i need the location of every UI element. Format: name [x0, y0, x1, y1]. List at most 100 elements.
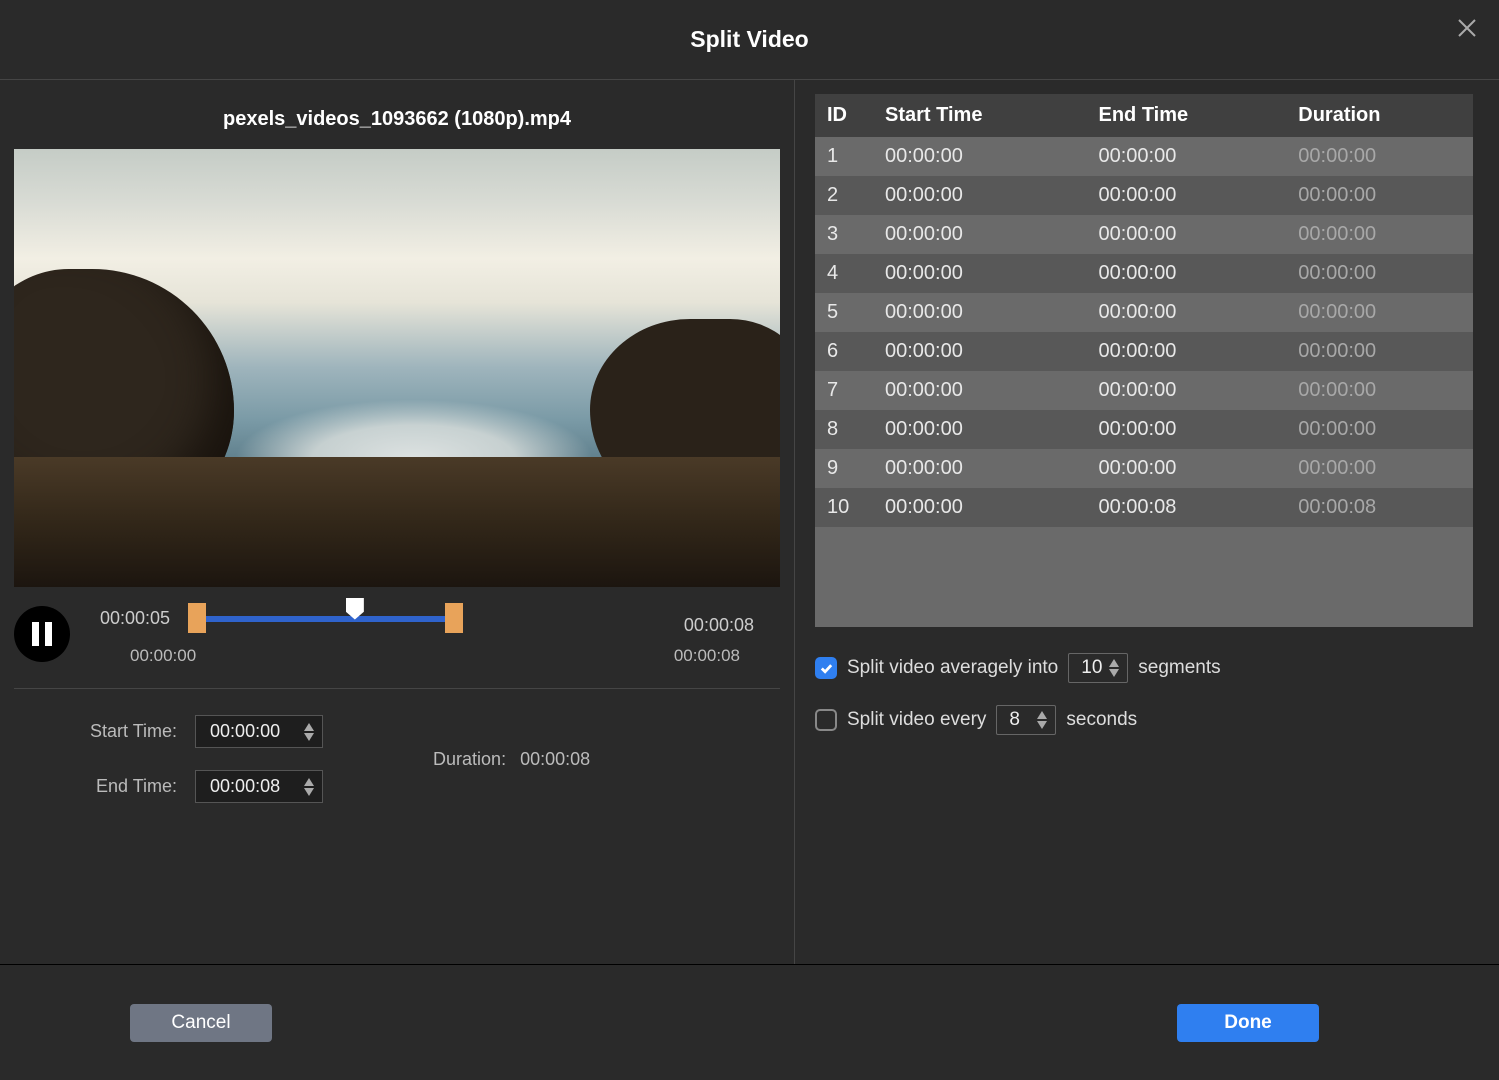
range-start-label: 00:00:00 — [130, 646, 196, 666]
range-start-handle[interactable] — [188, 603, 206, 633]
cell-id: 5 — [815, 293, 873, 332]
col-start: Start Time — [873, 94, 1086, 137]
cell-duration: 00:00:00 — [1286, 410, 1473, 449]
dialog-content: pexels_videos_1093662 (1080p).mp4 00:00:… — [0, 80, 1499, 964]
cell-duration: 00:00:00 — [1286, 371, 1473, 410]
cell-start: 00:00:00 — [873, 293, 1086, 332]
time-inputs: Start Time: 00:00:00 End Time: 00:00:08 — [14, 689, 780, 829]
table-row[interactable]: 700:00:0000:00:0000:00:00 — [815, 371, 1473, 410]
cell-end: 00:00:00 — [1086, 293, 1286, 332]
duration-value: 00:00:08 — [520, 749, 590, 770]
cell-start: 00:00:00 — [873, 488, 1086, 527]
total-time: 00:00:08 — [467, 601, 780, 636]
opt2-pre: Split video every — [847, 709, 986, 731]
close-icon — [1455, 16, 1479, 40]
cell-duration: 00:00:00 — [1286, 254, 1473, 293]
seconds-input[interactable]: 8 — [996, 705, 1056, 735]
cell-end: 00:00:08 — [1086, 488, 1286, 527]
cell-id: 1 — [815, 137, 873, 176]
table-row[interactable]: 900:00:0000:00:0000:00:00 — [815, 449, 1473, 488]
pause-button[interactable] — [14, 606, 70, 662]
segments-count-input[interactable]: 10 — [1068, 653, 1128, 683]
table-empty-area — [815, 527, 1473, 627]
dialog-header: Split Video — [0, 0, 1499, 80]
segments-table: ID Start Time End Time Duration 100:00:0… — [815, 94, 1473, 527]
playhead[interactable] — [346, 598, 364, 620]
range-end-label: 00:00:08 — [674, 646, 740, 666]
cell-start: 00:00:00 — [873, 176, 1086, 215]
col-id: ID — [815, 94, 873, 137]
cell-duration: 00:00:00 — [1286, 332, 1473, 371]
end-time-input[interactable]: 00:00:08 — [195, 770, 323, 803]
cell-id: 6 — [815, 332, 873, 371]
preview-art — [14, 457, 780, 587]
left-panel: pexels_videos_1093662 (1080p).mp4 00:00:… — [0, 80, 795, 964]
split-options: Split video averagely into 10 segments S… — [815, 653, 1473, 757]
table-row[interactable]: 800:00:0000:00:0000:00:00 — [815, 410, 1473, 449]
cell-id: 8 — [815, 410, 873, 449]
stepper-icon[interactable] — [304, 778, 314, 796]
end-time-label: End Time: — [90, 776, 177, 797]
range-end-handle[interactable] — [445, 603, 463, 633]
split-video-dialog: Split Video pexels_videos_1093662 (1080p… — [0, 0, 1499, 1080]
checkbox-split-seconds[interactable] — [815, 709, 837, 731]
opt1-pre: Split video averagely into — [847, 657, 1058, 679]
cell-start: 00:00:00 — [873, 449, 1086, 488]
cell-end: 00:00:00 — [1086, 137, 1286, 176]
checkbox-split-even[interactable] — [815, 657, 837, 679]
video-filename: pexels_videos_1093662 (1080p).mp4 — [14, 108, 780, 131]
cell-end: 00:00:00 — [1086, 410, 1286, 449]
cell-duration: 00:00:08 — [1286, 488, 1473, 527]
start-time-label: Start Time: — [90, 721, 177, 742]
table-row[interactable]: 100:00:0000:00:0000:00:00 — [815, 137, 1473, 176]
table-row[interactable]: 300:00:0000:00:0000:00:00 — [815, 215, 1473, 254]
current-time: 00:00:05 — [100, 608, 184, 629]
cancel-button[interactable]: Cancel — [130, 1004, 272, 1042]
end-time-value: 00:00:08 — [210, 776, 298, 797]
stepper-icon[interactable] — [1109, 659, 1119, 677]
table-row[interactable]: 1000:00:0000:00:0800:00:08 — [815, 488, 1473, 527]
opt1-post: segments — [1138, 657, 1220, 679]
cell-end: 00:00:00 — [1086, 332, 1286, 371]
cell-end: 00:00:00 — [1086, 371, 1286, 410]
table-row[interactable]: 500:00:0000:00:0000:00:00 — [815, 293, 1473, 332]
stepper-icon[interactable] — [1037, 711, 1047, 729]
cell-start: 00:00:00 — [873, 254, 1086, 293]
cell-id: 4 — [815, 254, 873, 293]
cell-duration: 00:00:00 — [1286, 176, 1473, 215]
check-icon — [819, 661, 834, 676]
cell-start: 00:00:00 — [873, 137, 1086, 176]
cell-id: 9 — [815, 449, 873, 488]
col-duration: Duration — [1286, 94, 1473, 137]
done-button[interactable]: Done — [1177, 1004, 1319, 1042]
table-row[interactable]: 400:00:0000:00:0000:00:00 — [815, 254, 1473, 293]
cell-id: 7 — [815, 371, 873, 410]
cell-duration: 00:00:00 — [1286, 293, 1473, 332]
duration-label: Duration: — [433, 749, 506, 770]
table-row[interactable]: 600:00:0000:00:0000:00:00 — [815, 332, 1473, 371]
cell-start: 00:00:00 — [873, 371, 1086, 410]
pause-icon — [32, 622, 52, 646]
seconds-value: 8 — [1009, 709, 1031, 731]
duration-display: Duration: 00:00:08 — [433, 749, 590, 770]
cell-duration: 00:00:00 — [1286, 449, 1473, 488]
table-row[interactable]: 200:00:0000:00:0000:00:00 — [815, 176, 1473, 215]
stepper-icon[interactable] — [304, 723, 314, 741]
playback-controls: 00:00:05 00:00:08 00:00:00 00:00:08 — [14, 601, 780, 689]
cell-duration: 00:00:00 — [1286, 215, 1473, 254]
timeline-track[interactable] — [192, 616, 459, 622]
close-button[interactable] — [1455, 16, 1479, 40]
cell-end: 00:00:00 — [1086, 449, 1286, 488]
start-time-input[interactable]: 00:00:00 — [195, 715, 323, 748]
cell-start: 00:00:00 — [873, 332, 1086, 371]
col-end: End Time — [1086, 94, 1286, 137]
right-panel: ID Start Time End Time Duration 100:00:0… — [795, 80, 1499, 964]
opt2-post: seconds — [1066, 709, 1137, 731]
cell-start: 00:00:00 — [873, 215, 1086, 254]
timeline: 00:00:05 00:00:08 00:00:00 00:00:08 — [100, 601, 780, 666]
option-split-even: Split video averagely into 10 segments — [815, 653, 1473, 683]
cell-end: 00:00:00 — [1086, 215, 1286, 254]
video-preview[interactable] — [14, 149, 780, 587]
option-split-seconds: Split video every 8 seconds — [815, 705, 1473, 735]
cell-id: 2 — [815, 176, 873, 215]
